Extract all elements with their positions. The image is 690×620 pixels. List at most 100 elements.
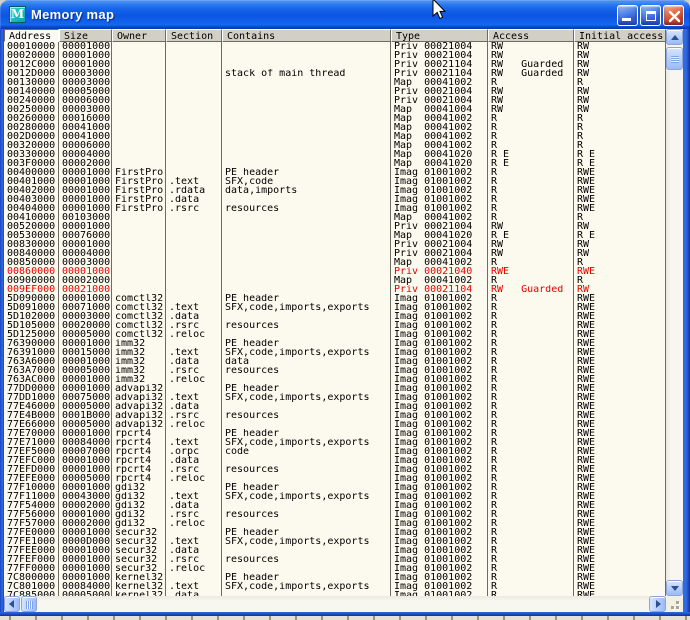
table-row[interactable]: 7639100000015000imm32.textSFX,code,impor… [4,348,666,357]
table-row[interactable]: 0085000000003000Map 00041002RR [4,258,666,267]
table-row[interactable]: 5D09100000071000comctl32.textSFX,code,im… [4,303,666,312]
cell-address: 5D105000 [4,321,59,330]
cell-type: Imag 01001002 [391,393,488,402]
table-row[interactable]: 0033000000004000Map 00041020R ER E [4,150,666,159]
titlebar[interactable]: M Memory map [0,0,690,29]
table-row[interactable]: 0090000000002000Map 00041002RR [4,276,666,285]
scroll-down-button[interactable] [666,580,683,596]
table-row[interactable]: 7C80000000001000kernel32PE headerImag 01… [4,573,666,582]
table-row[interactable]: 77E4600000005000advapi32.dataImag 010010… [4,402,666,411]
minimize-button[interactable] [617,5,638,26]
close-button[interactable] [663,5,684,26]
column-header-owner[interactable]: Owner [112,29,166,42]
cell-contains: resources [222,366,391,375]
table-row[interactable]: 77FE10000000D000secur32.textSFX,code,imp… [4,537,666,546]
cell-access: R [488,321,574,330]
table-row[interactable]: 77FE000000001000secur32PE headerImag 010… [4,528,666,537]
table-row[interactable]: 77EFD00000001000rpcrt4.rsrcresourcesImag… [4,465,666,474]
table-row[interactable]: 763A600000001000imm32.datadataImag 01001… [4,357,666,366]
cell-size: 00016000 [59,114,112,123]
table-row[interactable]: 77E7100000084000rpcrt4.textSFX,code,impo… [4,438,666,447]
table-row[interactable]: 0028000000041000Map 00041002RR [4,123,666,132]
table-row[interactable]: 0012C00000001000Priv 00021104RW GuardedR… [4,60,666,69]
table-row[interactable]: 763AC00000001000imm32.relocImag 01001002… [4,375,666,384]
cell-size: 00001000 [59,51,112,60]
table-row[interactable]: 0040100000001000FirstPro.textSFX,codeIma… [4,177,666,186]
table-row[interactable]: 77E4B0000001B000advapi32.rsrcresourcesIm… [4,411,666,420]
column-header-initial_access[interactable]: Initial access [574,29,666,42]
table-row[interactable]: 0053000000076000Map 00041020R ER E [4,231,666,240]
scroll-right-button[interactable] [649,596,666,612]
table-row[interactable]: 0025000000003000Map 00041004RWRW [4,105,666,114]
cell-section [166,528,222,537]
table-row[interactable]: 77F1100000043000gdi32.textSFX,code,impor… [4,492,666,501]
cell-type: Map 00041002 [391,258,488,267]
table-row[interactable]: 009EF00000021000Priv 00021104RW GuardedR… [4,285,666,294]
table-row[interactable]: 77FF000000001000secur32.relocImag 010010… [4,564,666,573]
column-header-access[interactable]: Access [488,29,574,42]
column-header-type[interactable]: Type [391,29,488,42]
cell-owner: rpcrt4 [112,474,166,483]
table-row[interactable]: 0014000000005000Priv 00021004RWRW [4,87,666,96]
maximize-button[interactable] [640,5,661,26]
table-row[interactable]: 5D09000000001000comctl32PE headerImag 01… [4,294,666,303]
table-row[interactable]: 0084000000004000Priv 00021004RWRW [4,249,666,258]
table-row[interactable]: 77EFC00000001000rpcrt4.dataImag 01001002… [4,456,666,465]
table-row[interactable]: 0041000000103000Map 00041002RR [4,213,666,222]
vertical-scroll-thumb[interactable] [666,47,683,70]
cell-initial_access: R [574,141,666,150]
table-row[interactable]: 77F5700000002000gdi32.relocImag 01001002… [4,519,666,528]
horizontal-scrollbar[interactable] [4,596,666,612]
table-row[interactable]: 77DD000000001000advapi32PE headerImag 01… [4,384,666,393]
table-row[interactable]: 763A700000005000imm32.rsrcresourcesImag … [4,366,666,375]
cell-size: 00001000 [59,375,112,384]
table-row[interactable]: 0032000000006000Map 00041002RR [4,141,666,150]
table-row[interactable]: 5D10200000003000comctl32.dataImag 010010… [4,312,666,321]
table-row[interactable]: 0013000000003000Map 00041002RR [4,78,666,87]
table-row[interactable]: 0001000000001000Priv 00021004RWRW [4,42,666,51]
table-row[interactable]: 77F1000000001000gdi32PE headerImag 01001… [4,483,666,492]
table-row[interactable]: 5D10500000020000comctl32.rsrcresourcesIm… [4,321,666,330]
table-row[interactable]: 77FEF00000001000secur32.rsrcresourcesIma… [4,555,666,564]
table-row[interactable]: 77F5400000002000gdi32.dataImag 01001002R… [4,501,666,510]
column-header-section[interactable]: Section [166,29,222,42]
column-header-address[interactable]: Address [4,29,59,42]
table-row[interactable]: 77FEE00000001000secur32.dataImag 0100100… [4,546,666,555]
cell-address: 00260000 [4,114,59,123]
table-row[interactable]: 0002000000001000Priv 00021004RWRW [4,51,666,60]
table-row[interactable]: 77F5600000001000gdi32.rsrcresourcesImag … [4,510,666,519]
table-row[interactable]: 0040200000001000FirstPro.rdatadata,impor… [4,186,666,195]
table-row[interactable]: 0040300000001000FirstPro.dataImag 010010… [4,195,666,204]
table-row[interactable]: 0040400000001000FirstPro.rsrcresourcesIm… [4,204,666,213]
horizontal-scroll-thumb[interactable] [21,596,37,612]
table-row[interactable]: 77EFE00000005000rpcrt4.relocImag 0100100… [4,474,666,483]
cell-section: .rsrc [166,510,222,519]
table-row[interactable]: 002D000000041000Map 00041002RR [4,132,666,141]
column-header-contains[interactable]: Contains [222,29,391,42]
table-row[interactable]: 0083000000001000Priv 00021004RWRW [4,240,666,249]
table-row[interactable]: 7639000000001000imm32PE headerImag 01001… [4,339,666,348]
table-row[interactable]: 7C80100000084000kernel32.textSFX,code,im… [4,582,666,591]
table-row[interactable]: 0052000000001000Priv 00021004RWRW [4,222,666,231]
vertical-scrollbar[interactable] [666,29,683,596]
cell-initial_access: RWE [574,357,666,366]
column-header-size[interactable]: Size [59,29,112,42]
cell-owner: kernel32 [112,573,166,582]
app-icon[interactable]: M [9,6,26,23]
table-row[interactable]: 0012D00000003000stack of main threadPriv… [4,69,666,78]
table-row[interactable]: 0086000000001000Priv 00021040RWERWE [4,267,666,276]
resize-grip[interactable] [666,596,683,612]
scroll-left-button[interactable] [4,596,20,612]
cell-section [166,429,222,438]
table-row[interactable]: 0040000000001000FirstProPE headerImag 01… [4,168,666,177]
table-row[interactable]: 77E6600000005000advapi32.relocImag 01001… [4,420,666,429]
table-row[interactable]: 77DD100000075000advapi32.textSFX,code,im… [4,393,666,402]
table-row[interactable]: 0026000000016000Map 00041002RR [4,114,666,123]
table-row[interactable]: 77E7000000001000rpcrt4PE headerImag 0100… [4,429,666,438]
table-row[interactable]: 0024000000006000Priv 00021004RWRW [4,96,666,105]
table-row[interactable]: 5D12500000005000comctl32.relocImag 01001… [4,330,666,339]
cell-contains: SFX,code,imports,exports [222,348,391,357]
table-row[interactable]: 77EF500000007000rpcrt4.orpccodeImag 0100… [4,447,666,456]
table-row[interactable]: 003F000000002000Map 00041020R ER E [4,159,666,168]
scroll-up-button[interactable] [666,29,683,45]
